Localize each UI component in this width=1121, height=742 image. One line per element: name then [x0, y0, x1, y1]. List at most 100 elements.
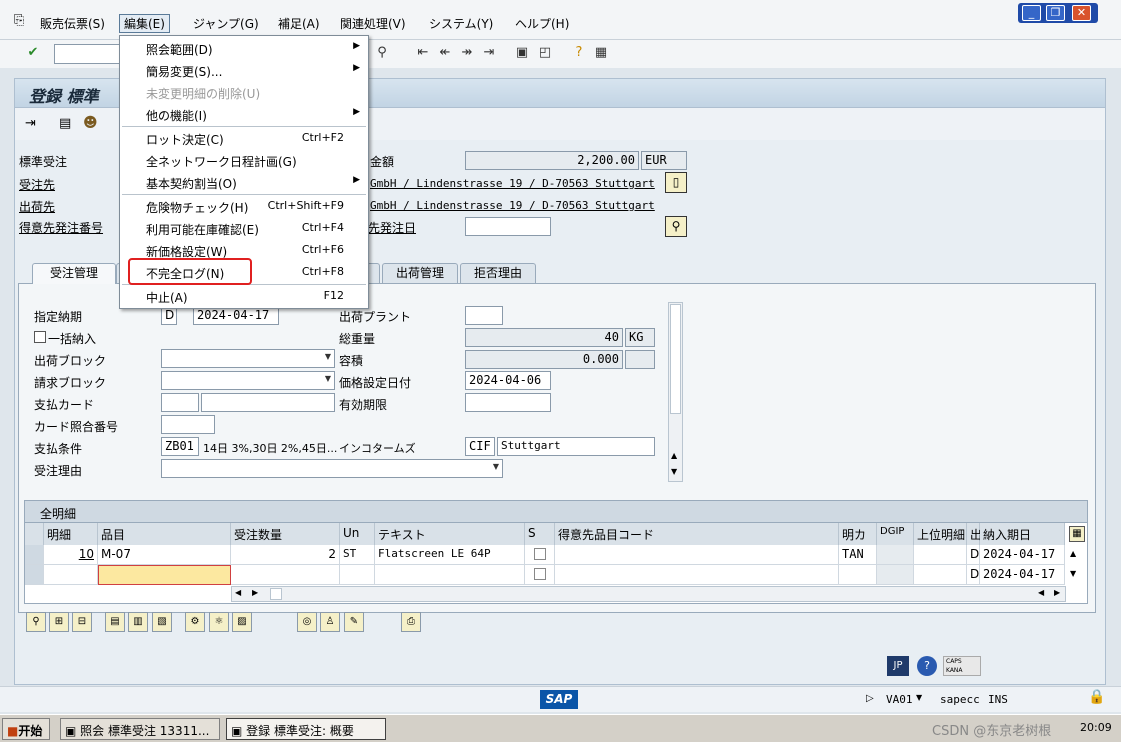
payment-card-field[interactable] — [201, 393, 335, 412]
config-icon[interactable]: ⚛ — [209, 612, 229, 632]
tab-shipping[interactable]: 出荷管理 — [382, 263, 458, 283]
col-cust-material[interactable]: 得意先品目コード — [555, 523, 839, 545]
text-cell[interactable]: Flatscreen LE 64P — [375, 545, 525, 565]
col-item[interactable]: 明細 — [44, 523, 98, 545]
delivery-date-cell[interactable]: 2024-04-17 — [980, 545, 1065, 565]
menu-item-fast-change[interactable]: 簡易変更(S)... ▶ — [120, 59, 368, 81]
cust-material-cell[interactable] — [555, 545, 839, 565]
unit-cell[interactable]: ST — [340, 545, 375, 565]
restore-button[interactable]: ❐ — [1046, 5, 1065, 21]
col-delivery-date[interactable]: 納入期日 — [980, 523, 1065, 545]
payment-card-type-field[interactable] — [161, 393, 199, 412]
shortcut-icon[interactable]: ◰ — [536, 44, 554, 62]
item-detail-icon[interactable]: ⚲ — [26, 612, 46, 632]
col-category[interactable]: 明カ — [839, 523, 877, 545]
indicator-cell[interactable]: D — [967, 565, 980, 585]
ship-to-label[interactable]: 出荷先 — [19, 198, 55, 215]
scroll-left-end-icon[interactable]: ◀ — [1038, 588, 1044, 597]
grid-scroll-down-icon[interactable]: ▼ — [1070, 569, 1076, 578]
grid-hscrollbar[interactable]: ◀ ▶ ◀ ▶ — [231, 586, 1066, 602]
sold-to-label[interactable]: 受注先 — [19, 176, 55, 193]
command-field[interactable] — [54, 44, 124, 64]
higher-item-cell[interactable] — [914, 545, 967, 565]
help-icon[interactable]: ? — [570, 44, 588, 62]
row-selector[interactable] — [25, 565, 44, 585]
scroll-left-icon[interactable]: ◀ — [235, 588, 241, 597]
scroll-right-end-icon[interactable]: ▶ — [1054, 588, 1060, 597]
ship-to-address[interactable]: GmbH / Lindenstrasse 19 / D-70563 Stuttg… — [370, 199, 655, 212]
row-selector-header[interactable] — [25, 523, 44, 545]
enter-icon[interactable]: ✔ — [24, 44, 42, 62]
minimize-button[interactable]: _ — [1022, 5, 1041, 21]
document-icon[interactable]: ▤ — [59, 116, 71, 131]
col-quantity[interactable]: 受注数量 — [231, 523, 340, 545]
col-s[interactable]: S — [525, 523, 555, 545]
menu-item-batch[interactable]: ロット決定(C) Ctrl+F2 — [120, 127, 368, 149]
complete-delivery-checkbox[interactable] — [34, 331, 46, 343]
material-cell[interactable] — [98, 565, 231, 585]
edit-text-icon[interactable]: ✎ — [344, 612, 364, 632]
next-page-icon[interactable]: ↠ — [458, 44, 476, 62]
print-icon[interactable]: ⎙ — [401, 612, 421, 632]
menu-extras[interactable]: 補足(A) — [278, 15, 320, 32]
menu-item-network-schedule[interactable]: 全ネットワーク日程計画(G) — [120, 149, 368, 171]
ime-help-icon[interactable]: ? — [917, 656, 937, 676]
new-session-icon[interactable]: ▣ — [513, 44, 531, 62]
quantity-cell[interactable] — [231, 565, 340, 585]
sold-to-address[interactable]: GmbH / Lindenstrasse 19 / D-70563 Stuttg… — [370, 177, 655, 190]
status-toggle-icon[interactable]: ▷ — [866, 693, 874, 704]
display-header-icon[interactable]: ⇥ — [25, 116, 36, 131]
plant-field[interactable] — [465, 306, 503, 325]
availability-icon[interactable]: ◎ — [297, 612, 317, 632]
col-unit[interactable]: Un — [340, 523, 375, 545]
menu-item-cancel[interactable]: 中止(A) F12 — [120, 285, 368, 307]
tab-rejection[interactable]: 拒否理由 — [460, 263, 536, 283]
tab-scrollbar[interactable]: ▲ ▼ — [668, 302, 683, 482]
po-date-field[interactable] — [465, 217, 551, 236]
text-cell[interactable] — [375, 565, 525, 585]
taskbar-item-display[interactable]: ▣ 照会 標準受注 13311... — [60, 718, 220, 740]
menu-environment[interactable]: 関連処理(V) — [340, 15, 406, 32]
scroll-up-icon[interactable]: ▲ — [671, 451, 677, 460]
order-reason-select[interactable] — [161, 459, 503, 478]
menu-help[interactable]: ヘルプ(H) — [515, 15, 569, 32]
unit-cell[interactable] — [340, 565, 375, 585]
partners-icon[interactable]: ♙ — [320, 612, 340, 632]
s-checkbox[interactable] — [534, 548, 546, 560]
quantity-cell[interactable]: 2 — [231, 545, 340, 565]
system-menu-icon[interactable]: ⎘ — [14, 13, 24, 28]
first-page-icon[interactable]: ⇤ — [414, 44, 432, 62]
prev-page-icon[interactable]: ↞ — [436, 44, 454, 62]
payment-terms-field[interactable]: ZB01 — [161, 437, 199, 456]
indicator-cell[interactable]: D — [967, 545, 980, 565]
col-indicator[interactable]: 出 — [967, 523, 982, 545]
partner-detail-icon[interactable]: ▯ — [665, 172, 687, 193]
menu-item-availability[interactable]: 利用可能在庫確認(E) Ctrl+F4 — [120, 217, 368, 239]
col-text[interactable]: テキスト — [375, 523, 525, 545]
menu-item-other-functions[interactable]: 他の機能(I) ▶ — [120, 103, 368, 125]
menu-goto[interactable]: ジャンプ(G) — [193, 15, 259, 32]
delivery-date-cell[interactable]: 2024-04-17 — [980, 565, 1065, 585]
card-verif-field[interactable] — [161, 415, 215, 434]
category-cell[interactable]: TAN — [839, 545, 877, 565]
menu-item-display-range[interactable]: 照会範囲(D) ▶ — [120, 37, 368, 59]
col-dgip[interactable]: DGIP — [877, 523, 914, 545]
row-selector[interactable] — [25, 545, 44, 565]
search-doc-icon[interactable]: ⚲ — [665, 216, 687, 237]
layout-icon[interactable]: ▦ — [592, 44, 610, 62]
category-cell[interactable] — [839, 565, 877, 585]
menu-edit[interactable]: 編集(E) — [119, 14, 170, 33]
session-dropdown-icon[interactable]: ▼ — [916, 693, 922, 702]
material-cell[interactable]: M-07 — [98, 545, 231, 565]
menu-sales-document[interactable]: 販売伝票(S) — [40, 15, 105, 32]
higher-item-cell[interactable] — [914, 565, 967, 585]
menu-item-dangerous-goods[interactable]: 危険物チェック(H) Ctrl+Shift+F9 — [120, 195, 368, 217]
table-settings-icon[interactable]: ▦ — [1069, 526, 1085, 542]
item-number-cell[interactable] — [44, 565, 98, 585]
cust-material-cell[interactable] — [555, 565, 839, 585]
item-number-cell[interactable]: 10 — [44, 545, 98, 565]
taskbar-item-create[interactable]: ▣ 登録 標準受注: 概要 — [226, 718, 386, 740]
start-button[interactable]: ■开始 — [2, 718, 50, 740]
menu-system[interactable]: システム(Y) — [429, 15, 493, 32]
col-material[interactable]: 品目 — [98, 523, 231, 545]
